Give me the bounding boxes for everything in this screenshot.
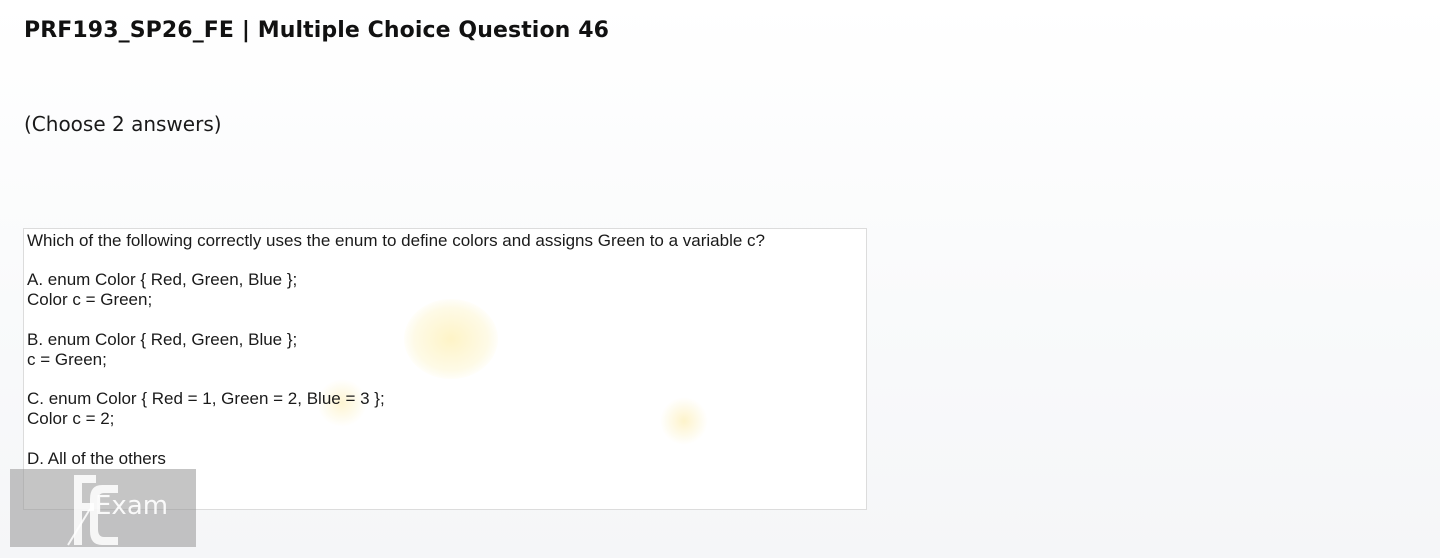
- option-c: C. enum Color { Red = 1, Green = 2, Blue…: [27, 389, 385, 428]
- option-a-line-2: Color c = Green;: [27, 289, 153, 309]
- page-title: PRF193_SP26_FE | Multiple Choice Questio…: [24, 18, 610, 43]
- decorative-blob: [660, 397, 708, 445]
- option-b-line-2: c = Green;: [27, 349, 107, 369]
- question-image: Which of the following correctly uses th…: [23, 228, 867, 510]
- option-c-line-2: Color c = 2;: [27, 408, 115, 428]
- decorative-blob: [404, 299, 498, 379]
- option-b-line-1: B. enum Color { Red, Green, Blue };: [27, 330, 298, 349]
- option-c-line-1: C. enum Color { Red = 1, Green = 2, Blue…: [27, 389, 385, 408]
- option-a: A. enum Color { Red, Green, Blue }; Colo…: [27, 270, 297, 309]
- watermark-text: Exam: [95, 491, 169, 521]
- option-d-line-1: D. All of the others: [27, 449, 166, 468]
- question-stem: Which of the following correctly uses th…: [27, 231, 765, 250]
- watermark-logo: Exam: [10, 469, 196, 547]
- option-d: D. All of the others: [27, 449, 166, 469]
- answer-instruction: (Choose 2 answers): [24, 112, 222, 136]
- option-a-line-1: A. enum Color { Red, Green, Blue };: [27, 270, 298, 289]
- option-b: B. enum Color { Red, Green, Blue }; c = …: [27, 330, 297, 369]
